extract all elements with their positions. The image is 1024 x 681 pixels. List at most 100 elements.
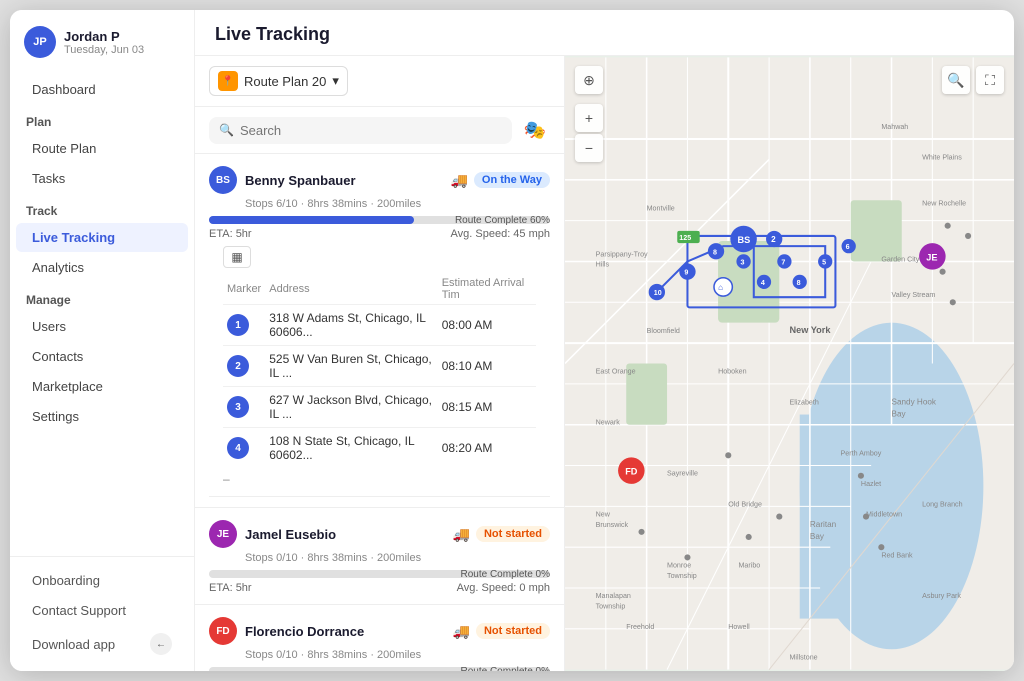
svg-text:Sandy Hook: Sandy Hook [892, 397, 937, 406]
zoom-in-button[interactable]: + [575, 104, 603, 132]
svg-text:Howell: Howell [728, 623, 750, 631]
svg-text:Hills: Hills [596, 261, 610, 269]
table-row: 1 318 W Adams St, Chicago, IL 60606... 0… [223, 305, 536, 346]
svg-text:Middletown: Middletown [866, 511, 902, 519]
sidebar-item-label: Marketplace [32, 379, 103, 394]
stop-marker: 4 [223, 428, 265, 469]
sidebar-item-label: Dashboard [32, 82, 96, 97]
svg-text:6: 6 [846, 243, 850, 251]
driver-avatar-bs: BS [209, 166, 237, 194]
driver-card-bs: BS Benny Spanbauer 🚚 On the Way Stops 6/… [195, 154, 564, 508]
sidebar-item-contact-support[interactable]: Contact Support [16, 596, 188, 625]
fullscreen-button[interactable]: ⛶ [976, 66, 1004, 94]
map-background: New York Parsippany-Troy Hills Montville… [565, 56, 1014, 671]
table-toggle-button[interactable]: ▦ [223, 246, 251, 268]
sidebar-item-marketplace[interactable]: Marketplace [16, 372, 188, 401]
eta-je: ETA: 5hr [209, 582, 252, 594]
svg-text:Township: Township [596, 602, 626, 610]
sidebar-item-users[interactable]: Users [16, 312, 188, 341]
svg-text:9: 9 [684, 269, 688, 277]
route-icon: 📍 [218, 71, 238, 91]
nav-section-plan: Plan [10, 105, 194, 133]
search-input-wrap: 🔍 [209, 117, 512, 144]
dropdown-chevron-icon: ▾ [332, 73, 339, 89]
svg-text:Old Bridge: Old Bridge [728, 500, 762, 508]
stop-address: 627 W Jackson Blvd, Chicago, IL ... [265, 387, 437, 428]
svg-text:Mahwah: Mahwah [881, 123, 908, 131]
svg-text:BS: BS [737, 235, 750, 245]
show-more-button[interactable]: – [223, 468, 536, 490]
search-bar: 🔍 🎭 [195, 107, 564, 154]
svg-text:Hazlet: Hazlet [861, 480, 881, 488]
driver-avatar-fd: FD [209, 617, 237, 645]
svg-text:Millstone: Millstone [790, 653, 818, 661]
stop-marker: 2 [223, 346, 265, 387]
svg-text:5: 5 [822, 259, 826, 267]
svg-text:Red Bank: Red Bank [881, 551, 913, 559]
back-button[interactable]: ← [150, 633, 172, 655]
sidebar-item-download-app[interactable]: Download app ← [16, 626, 188, 662]
svg-text:3: 3 [741, 259, 745, 267]
sidebar-item-analytics[interactable]: Analytics [16, 253, 188, 282]
svg-text:New Rochelle: New Rochelle [922, 199, 966, 207]
svg-text:White Plains: White Plains [922, 153, 962, 161]
route-plan-label: Route Plan 20 [244, 74, 326, 89]
sidebar-item-contacts[interactable]: Contacts [16, 342, 188, 371]
stop-address: 108 N State St, Chicago, IL 60602... [265, 428, 437, 469]
svg-text:Garden City: Garden City [881, 255, 919, 263]
svg-text:Newark: Newark [596, 419, 621, 427]
svg-text:125: 125 [679, 234, 691, 242]
main-content: Live Tracking 📍 Route Plan 20 ▾ 🔍 [195, 10, 1014, 671]
status-badge-fd: Not started [476, 623, 550, 639]
stops-section-bs: ▦ Marker Address Estimated Arrival Tim [209, 240, 550, 497]
page-header: Live Tracking [195, 10, 1014, 56]
search-icon: 🔍 [219, 123, 234, 137]
sidebar-item-dashboard[interactable]: Dashboard [16, 75, 188, 104]
driver-stops-bs: Stops 6/10 · 8hrs 38mins · 200miles [209, 198, 550, 210]
progress-bar-bs: Route Complete 60% [209, 216, 550, 224]
face-filter-button[interactable]: 🎭 [520, 115, 550, 145]
driver-stops-je: Stops 0/10 · 8hrs 38mins · 200miles [209, 552, 550, 564]
sidebar-item-tasks[interactable]: Tasks [16, 164, 188, 193]
nav-section-track: Track [10, 194, 194, 222]
svg-text:Sayreville: Sayreville [667, 470, 698, 478]
col-marker: Marker [223, 274, 265, 305]
sidebar-item-route-plan[interactable]: Route Plan [16, 134, 188, 163]
truck-icon-fd: 🚚 [453, 623, 470, 640]
stop-time: 08:10 AM [438, 346, 536, 387]
map-area: New York Parsippany-Troy Hills Montville… [565, 56, 1014, 671]
sidebar-item-label: Settings [32, 409, 79, 424]
driver-name-fd: Florencio Dorrance [245, 624, 364, 639]
sidebar-item-onboarding[interactable]: Onboarding [16, 566, 188, 595]
svg-text:Valley Stream: Valley Stream [892, 291, 936, 299]
zoom-search-button[interactable]: 🔍 [942, 66, 970, 94]
search-input[interactable] [240, 123, 502, 138]
zoom-out-button[interactable]: − [575, 134, 603, 162]
col-address: Address [265, 274, 437, 305]
svg-text:Bay: Bay [810, 532, 825, 541]
map-controls-right: 🔍 ⛶ [942, 66, 1004, 94]
svg-text:New York: New York [790, 325, 832, 335]
svg-text:7: 7 [781, 259, 785, 267]
truck-icon: 🚚 [450, 172, 467, 189]
sidebar-bottom: Onboarding Contact Support Download app … [10, 556, 194, 671]
stop-address: 318 W Adams St, Chicago, IL 60606... [265, 305, 437, 346]
stop-time: 08:20 AM [438, 428, 536, 469]
stop-time: 08:00 AM [438, 305, 536, 346]
sidebar-item-label: Onboarding [32, 573, 100, 588]
avatar: JP [24, 26, 56, 58]
stop-marker: 1 [223, 305, 265, 346]
left-panel: 📍 Route Plan 20 ▾ 🔍 🎭 [195, 56, 565, 671]
panel-toolbar: 📍 Route Plan 20 ▾ [195, 56, 564, 107]
target-location-button[interactable]: ⊕ [575, 66, 603, 94]
sidebar-item-live-tracking[interactable]: Live Tracking [16, 223, 188, 252]
svg-text:Maribo: Maribo [738, 562, 760, 570]
svg-text:8: 8 [797, 279, 801, 287]
svg-text:Elizabeth: Elizabeth [790, 398, 819, 406]
svg-text:Township: Township [667, 572, 697, 580]
route-plan-dropdown[interactable]: 📍 Route Plan 20 ▾ [209, 66, 348, 96]
stop-time: 08:15 AM [438, 387, 536, 428]
svg-text:Brunswick: Brunswick [596, 521, 629, 529]
avg-speed-je: Avg. Speed: 0 mph [457, 582, 550, 594]
sidebar-item-settings[interactable]: Settings [16, 402, 188, 431]
